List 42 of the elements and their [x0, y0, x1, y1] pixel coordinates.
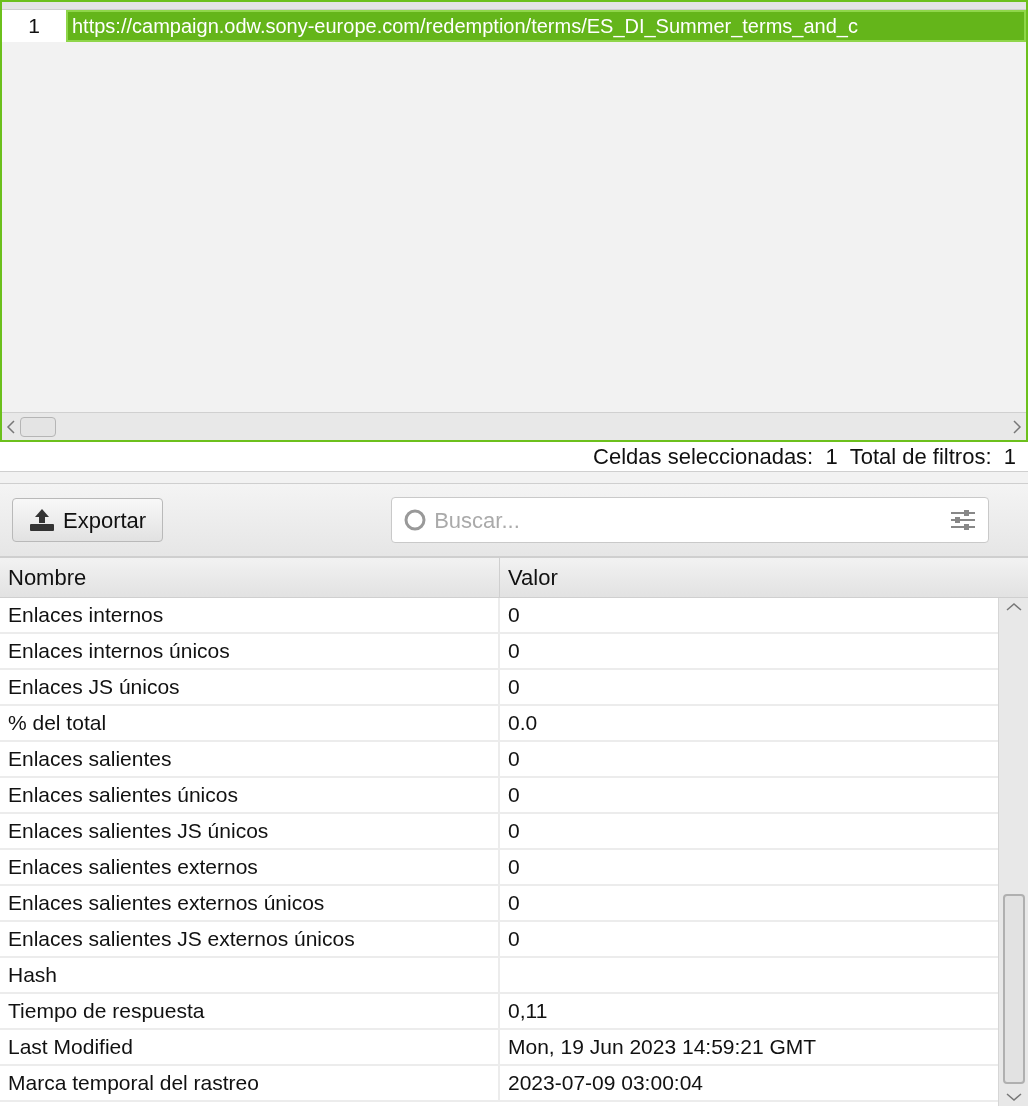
- table-cell-text: 0: [507, 890, 521, 917]
- table-cell: Enlaces internos únicos: [0, 634, 500, 668]
- table-cell: % del total: [0, 706, 500, 740]
- table-cell-text: Mon, 19 Jun 2023 14:59:21 GMT: [507, 1034, 818, 1061]
- table-cell: Enlaces salientes únicos: [0, 778, 500, 812]
- table-cell: Enlaces JS únicos: [0, 670, 500, 704]
- table-cell-text: 0: [507, 602, 521, 629]
- upload-icon: [29, 508, 55, 532]
- table-cell-text: 0: [507, 854, 521, 881]
- table-cell-text: 0: [507, 674, 521, 701]
- column-header[interactable]: Valor: [500, 558, 1028, 597]
- horizontal-scrollbar[interactable]: [2, 412, 1026, 440]
- scrollbar-thumb[interactable]: [20, 416, 56, 437]
- table-cell: Tiempo de respuesta: [0, 994, 500, 1028]
- total-filters-count: Total de filtros: 1: [849, 443, 1016, 471]
- search-field[interactable]: Buscar...: [391, 497, 990, 543]
- search-input[interactable]: Buscar...: [434, 503, 943, 537]
- vertical-scrollbar[interactable]: [998, 598, 1028, 1106]
- table-cell: Marca temporal del rastreo: [0, 1066, 500, 1100]
- circle-icon: [404, 509, 427, 531]
- table-cell: Enlaces salientes: [0, 742, 500, 776]
- table-cell: Last Modified: [0, 1030, 500, 1064]
- table-cell-text: 2023-07-09 03:00:04: [507, 1070, 704, 1097]
- table-cell-text: 0: [507, 746, 521, 773]
- table-cell: Hash: [0, 958, 500, 992]
- table-cell: Enlaces salientes externos únicos: [0, 886, 500, 920]
- selected-cells-count: Celdas seleccionadas: 1: [593, 443, 838, 471]
- filter-settings-icon[interactable]: [950, 508, 977, 532]
- table-cell-text: 0.0: [507, 710, 539, 737]
- table-cell-text: 0: [507, 638, 521, 665]
- table-cell: Enlaces salientes JS únicos: [0, 814, 500, 848]
- table-cell: Enlaces internos: [0, 598, 500, 632]
- table-cell-text: 0: [507, 782, 521, 809]
- scrollbar-thumb[interactable]: [1002, 894, 1025, 1084]
- table-cell: Enlaces salientes externos: [0, 850, 500, 884]
- export-button[interactable]: Exportar: [12, 498, 164, 542]
- table-cell-text: 0: [507, 926, 521, 953]
- table-cell-text: 0,11: [507, 998, 549, 1025]
- table-cell: Enlaces salientes JS externos únicos: [0, 922, 500, 956]
- column-header[interactable]: Nombre: [0, 558, 500, 597]
- table-cell-text: 0: [507, 818, 521, 845]
- row-number: 1: [2, 10, 66, 42]
